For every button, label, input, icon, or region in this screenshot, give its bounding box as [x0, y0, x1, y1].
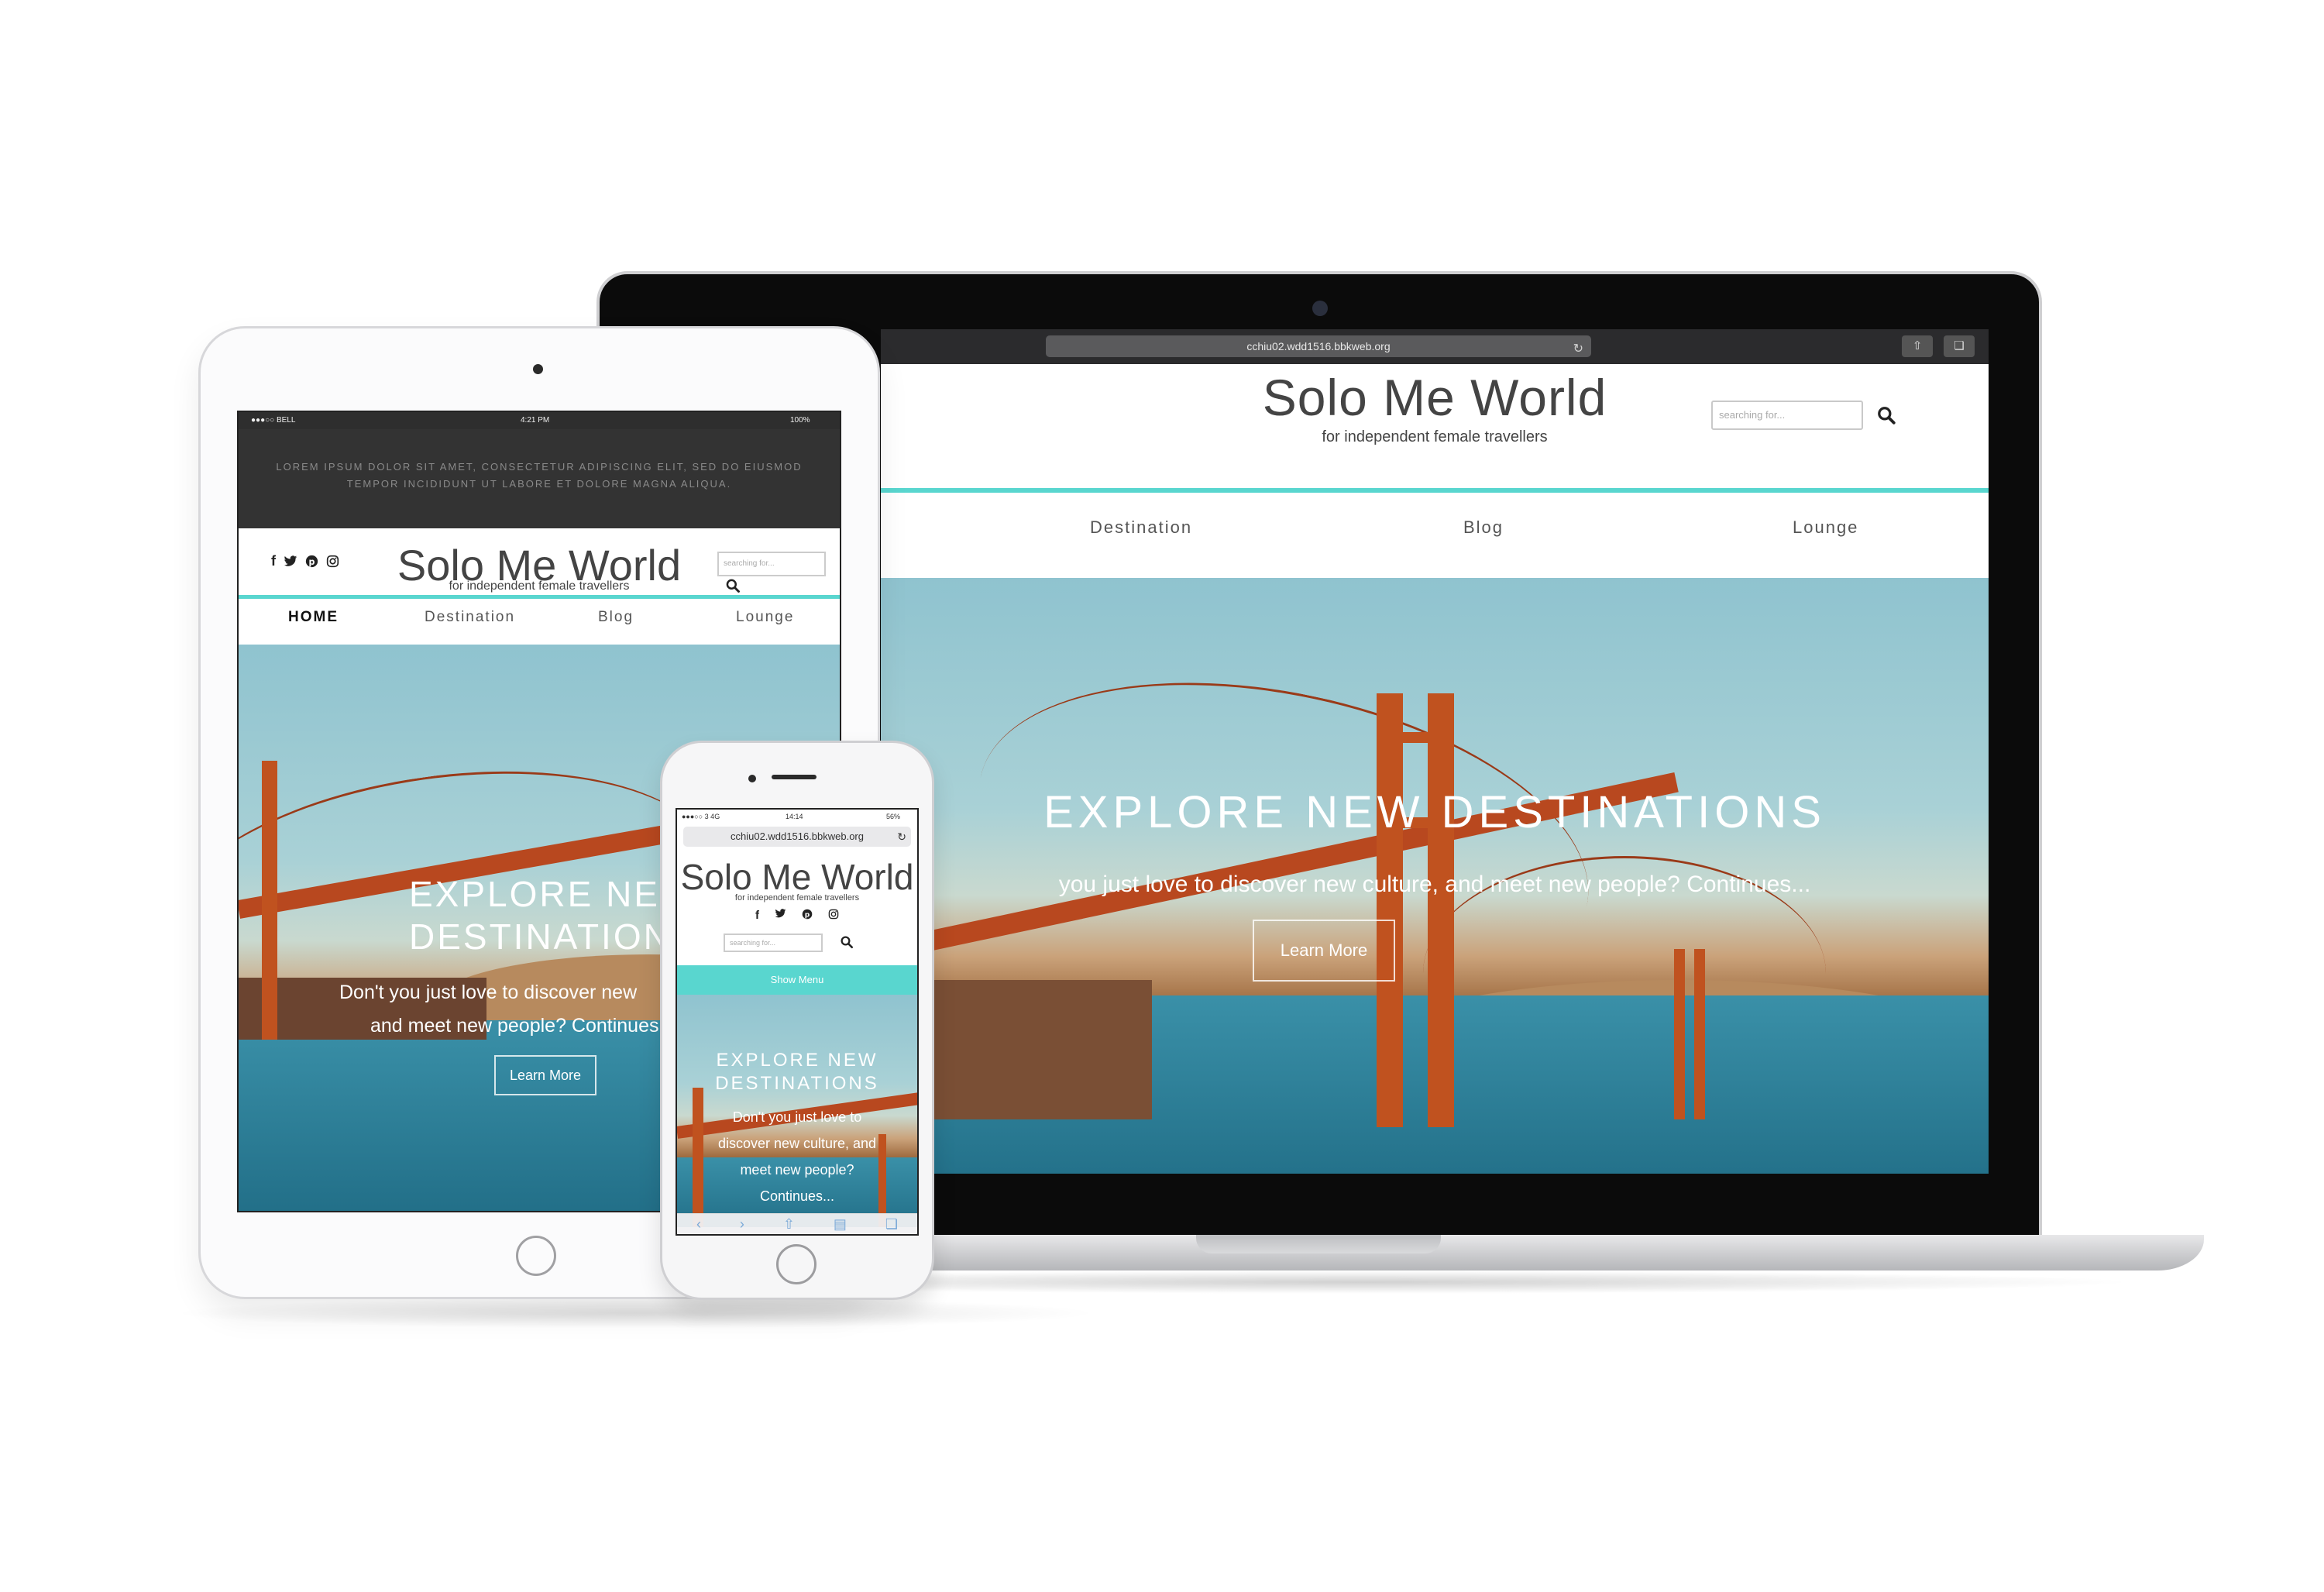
show-menu-button[interactable]: Show Menu [677, 965, 917, 995]
phone-status-bar: ●●●○○ 3 4G 14:14 56% [677, 810, 917, 824]
site-logo[interactable]: Solo Me World [677, 856, 917, 898]
announcement-banner: LOREM IPSUM DOLOR SIT AMET, CONSECTETUR … [239, 429, 840, 528]
pinterest-icon[interactable]: p [305, 555, 318, 568]
share-icon[interactable]: ⇧ [1902, 335, 1933, 357]
nav-destination[interactable]: Destination [1090, 517, 1192, 538]
address-url: cchiu02.wdd1516.bbkweb.org [1246, 340, 1391, 352]
accent-rule [239, 595, 840, 599]
address-bar[interactable]: cchiu02.wdd1516.bbkweb.org ↻ [1046, 335, 1591, 357]
hero-title-line1: EXPLORE NEW [409, 874, 696, 914]
address-bar[interactable]: cchiu02.wdd1516.bbkweb.org ↻ [683, 827, 911, 847]
tablet-status-bar: ●●●○○ BELL 4:21 PM 100% [239, 412, 840, 429]
hero-text: you just love to discover new culture, a… [1058, 872, 1811, 897]
search-input[interactable]: searching for... [1711, 401, 1863, 430]
clock-label: 4:21 PM [521, 416, 550, 425]
tabs-icon[interactable]: ❏ [885, 1216, 898, 1233]
site-tagline: for independent female travellers [449, 579, 630, 593]
nav-blog[interactable]: Blog [598, 609, 634, 626]
tablet-home-button[interactable] [516, 1236, 556, 1276]
phone-camera [748, 775, 756, 782]
tabs-icon[interactable]: ❏ [1944, 335, 1975, 357]
phone-screen: ●●●○○ 3 4G 14:14 56% cchiu02.wdd1516.bbk… [676, 808, 919, 1236]
nav-destination[interactable]: Destination [425, 609, 515, 626]
instagram-icon[interactable] [326, 555, 339, 568]
hero-text-line1: Don't you just love to discover new [339, 982, 638, 1003]
instagram-icon[interactable] [828, 909, 839, 922]
back-icon[interactable]: ‹ [696, 1216, 701, 1233]
phone-home-button[interactable] [776, 1244, 816, 1284]
browser-toolbar: cchiu02.wdd1516.bbkweb.org ↻ ⇧ ❏ [881, 329, 1989, 364]
laptop-notch [1196, 1235, 1441, 1253]
hero-text-line2: and meet new people? Continues... [370, 1015, 676, 1037]
svg-text:p: p [805, 912, 810, 920]
battery-label: 56% [886, 813, 901, 820]
social-links: f p [677, 909, 917, 922]
twitter-icon[interactable] [775, 909, 786, 922]
device-shadow [170, 1298, 1100, 1329]
nav-blog[interactable]: Blog [1463, 517, 1504, 538]
clock-label: 14:14 [786, 813, 803, 820]
site-tagline: for independent female travellers [734, 893, 860, 903]
facebook-icon[interactable]: f [755, 909, 759, 922]
hero-text: Don't you just love to discover new cult… [717, 1109, 877, 1204]
reload-icon[interactable]: ↻ [897, 827, 906, 847]
carrier-label: ●●●○○ BELL [251, 416, 296, 425]
carrier-label: ●●●○○ 3 4G [682, 813, 720, 820]
bookmarks-icon[interactable]: ▤ [834, 1216, 847, 1233]
tablet-camera [533, 364, 543, 374]
social-links: f p [271, 553, 339, 569]
phone-speaker [772, 775, 816, 779]
forward-icon[interactable]: › [740, 1216, 744, 1233]
svg-text:p: p [309, 557, 315, 567]
search-input[interactable]: searching for... [724, 934, 823, 952]
pinterest-icon[interactable]: p [802, 909, 813, 922]
address-url: cchiu02.wdd1516.bbkweb.org [730, 830, 864, 842]
browser-bottom-bar: ‹ › ⇧ ▤ ❏ [677, 1213, 917, 1234]
battery-label: 100% [790, 416, 810, 425]
laptop-camera [1312, 301, 1328, 316]
search-icon[interactable] [1876, 405, 1896, 425]
laptop-screen: cchiu02.wdd1516.bbkweb.org ↻ ⇧ ❏ Solo Me… [881, 329, 1989, 1174]
learn-more-button[interactable]: Learn More [1253, 920, 1395, 982]
nav-home[interactable]: HOME [288, 609, 339, 626]
hero-title-line1: EXPLORE NEW [716, 1050, 878, 1071]
hero-title: EXPLORE NEW DESTINATIONS [1043, 787, 1826, 837]
search-icon[interactable] [725, 578, 741, 593]
nav-lounge[interactable]: Lounge [736, 609, 794, 626]
learn-more-button[interactable]: Learn More [494, 1055, 596, 1095]
search-icon[interactable] [840, 935, 854, 949]
hero-title-line2: DESTINATIONS [715, 1073, 879, 1094]
hero-title-line2: DESTINATIONS [409, 916, 698, 957]
share-icon[interactable]: ⇧ [783, 1216, 795, 1233]
facebook-icon[interactable]: f [271, 553, 276, 569]
site-tagline: for independent female travellers [1322, 428, 1548, 445]
twitter-icon[interactable] [284, 555, 297, 568]
reload-icon[interactable]: ↻ [1573, 339, 1583, 360]
search-input[interactable]: searching for... [717, 552, 826, 576]
nav-lounge[interactable]: Lounge [1793, 517, 1858, 538]
